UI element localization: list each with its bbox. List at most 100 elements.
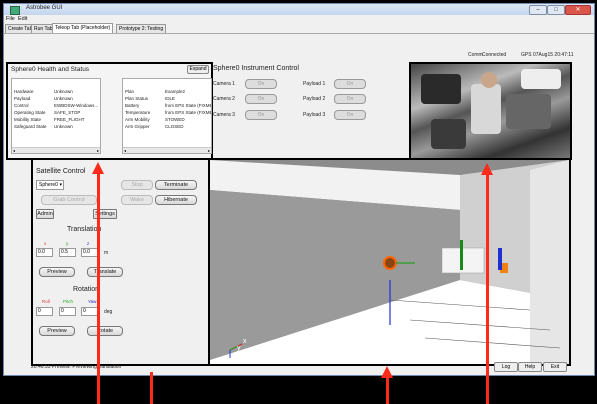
pitch-stepper[interactable]: 0 xyxy=(59,307,76,316)
satellite-select-value: Sphere0 xyxy=(39,182,58,188)
scroll-left-icon[interactable]: ◂ xyxy=(124,148,126,153)
horizontal-scrollbar[interactable]: ◂ ▸ xyxy=(123,147,211,153)
table-row: Arm Mobility STOWED xyxy=(125,117,185,122)
table-row: Control EWBDSW-Windows... xyxy=(14,103,99,108)
payload-2-label: Payload 2 xyxy=(303,96,326,102)
rotate-button[interactable]: Rotate xyxy=(87,326,123,336)
gps-value: 07Aug15 20:47:11 xyxy=(533,52,574,58)
expand-button[interactable]: Expand xyxy=(187,65,209,74)
health-table-right[interactable]: Plan Example2 Plan Status IDLE Battery from… xyxy=(122,78,212,154)
exit-button[interactable]: Exit xyxy=(543,362,567,372)
stop-button[interactable]: Stop xyxy=(121,180,153,190)
annotation-arrow-4 xyxy=(486,172,489,404)
scroll-right-icon[interactable]: ▸ xyxy=(208,148,210,153)
yaw-stepper[interactable]: 0 xyxy=(81,307,98,316)
chevron-down-icon: ▾ xyxy=(59,182,62,188)
arrow-head-icon xyxy=(381,366,393,378)
translate-button[interactable]: Translate xyxy=(87,267,123,277)
hibernate-button[interactable]: Hibernate xyxy=(155,195,197,205)
roll-label: Roll xyxy=(42,299,50,304)
table-row: Operating State SAFE_STOP xyxy=(14,110,81,115)
axis-z-label: z xyxy=(232,355,236,362)
rotation-preview-button[interactable]: Preview xyxy=(39,326,75,336)
gps-label: GPS xyxy=(521,52,532,58)
table-row: Safeguard State Unknown xyxy=(14,124,73,129)
table-row: Arm Gripper CLOSED xyxy=(125,124,184,129)
satellite-control-panel: Satellite Control Sphere0 ▾ Stop Termina… xyxy=(31,158,210,366)
payload-1-label: Payload 1 xyxy=(303,81,326,87)
tab-teleop[interactable]: Teleop Tab (Placeholder) xyxy=(52,23,114,33)
translation-x-label: x xyxy=(44,241,47,246)
tab-prototype[interactable]: Prototype 2: Testing xyxy=(116,24,167,33)
camera-2-on-button[interactable]: On xyxy=(245,94,277,104)
payload-1-on-button[interactable]: On xyxy=(334,79,366,89)
annotation-arrow-3 xyxy=(386,375,389,404)
title-bar: Astrobee GUI – □ ✕ xyxy=(4,4,594,15)
table-row: Hardware Unknown xyxy=(14,89,73,94)
camera-1-on-button[interactable]: On xyxy=(245,79,277,89)
window-title: Astrobee GUI xyxy=(26,5,63,11)
roll-stepper[interactable]: 0 xyxy=(36,307,53,316)
axis-y-label: y xyxy=(237,345,241,352)
translation-unit: m xyxy=(104,250,109,256)
camera-1-label: Camera 1 xyxy=(213,81,235,87)
3d-view[interactable]: x y z xyxy=(208,158,571,366)
table-row: Payload Unknown xyxy=(14,96,73,101)
menu-edit[interactable]: Edit xyxy=(18,16,27,22)
comm-value: Connected xyxy=(482,52,507,58)
minimize-button[interactable]: – xyxy=(529,5,547,15)
translation-z-label: z xyxy=(87,241,90,246)
health-status-panel: Sphere0 Health and Status Expand Hardwar… xyxy=(6,62,213,160)
camera-3-label: Camera 3 xyxy=(213,112,235,118)
scroll-right-icon[interactable]: ▸ xyxy=(97,148,99,153)
translation-y-stepper[interactable]: 0.5 xyxy=(59,248,76,257)
health-status-title: Sphere0 Health and Status xyxy=(11,66,90,73)
annotation-arrow-1 xyxy=(97,170,100,404)
payload-3-on-button[interactable]: On xyxy=(334,110,366,120)
instrument-control-title: Sphere0 Instrument Control xyxy=(213,65,299,72)
maximize-button[interactable]: □ xyxy=(547,5,565,15)
table-row: Temperature from EPS State (FIXME) xyxy=(125,110,211,115)
menu-file[interactable]: File xyxy=(6,16,15,22)
satellite-model-icon xyxy=(383,256,397,270)
health-table-left[interactable]: Hardware Unknown Payload Unknown Control EW… xyxy=(11,78,101,154)
camera-2-label: Camera 2 xyxy=(213,96,235,102)
status-message: 20:46:55 Preview: Previewing translation xyxy=(31,364,122,370)
pitch-label: Pitch xyxy=(63,299,74,304)
translation-y-label: y xyxy=(66,241,69,246)
table-row: Plan Status IDLE xyxy=(125,96,176,101)
comm-label: Comm xyxy=(468,52,483,58)
translation-preview-button[interactable]: Preview xyxy=(39,267,75,277)
arrow-head-icon xyxy=(481,163,493,175)
app-icon xyxy=(10,6,20,15)
arrow-head-icon xyxy=(92,162,104,174)
axis-x-label: x xyxy=(243,338,247,345)
rotation-unit: deg xyxy=(104,309,113,315)
instrument-control-panel: Sphere0 Instrument Control Camera 1 On C… xyxy=(211,62,406,156)
camera-3-on-button[interactable]: On xyxy=(245,110,277,120)
scroll-left-icon[interactable]: ◂ xyxy=(13,148,15,153)
grab-control-button[interactable]: Grab Control xyxy=(41,195,97,205)
satellite-select[interactable]: Sphere0 ▾ xyxy=(36,180,64,190)
table-row: Mobility State FREE_FLIGHT xyxy=(14,117,85,122)
satellite-control-title: Satellite Control xyxy=(36,168,86,175)
table-row: Plan Example2 xyxy=(125,89,186,94)
close-button[interactable]: ✕ xyxy=(565,5,591,15)
annotation-arrow-2 xyxy=(150,372,153,404)
payload-2-on-button[interactable]: On xyxy=(334,94,366,104)
translation-x-stepper[interactable]: 0.0 xyxy=(36,248,53,257)
3d-scene: x y z xyxy=(210,160,569,364)
camera-feed-image xyxy=(409,62,572,160)
rotation-title: Rotation xyxy=(73,286,100,293)
monitor-stand xyxy=(228,394,328,404)
horizontal-scrollbar[interactable]: ◂ ▸ xyxy=(12,147,100,153)
help-button[interactable]: Help xyxy=(518,362,542,372)
log-button[interactable]: Log xyxy=(494,362,518,372)
tab-bar: Create Tab Run Tab Teleop Tab (Placehold… xyxy=(4,23,594,34)
payload-3-label: Payload 3 xyxy=(303,112,326,118)
wake-button[interactable]: Wake xyxy=(121,195,153,205)
translation-z-stepper[interactable]: 0.0 xyxy=(81,248,98,257)
admin-button[interactable]: Admin xyxy=(36,209,54,219)
terminate-button[interactable]: Terminate xyxy=(155,180,197,190)
yaw-label: Yaw xyxy=(88,299,97,304)
